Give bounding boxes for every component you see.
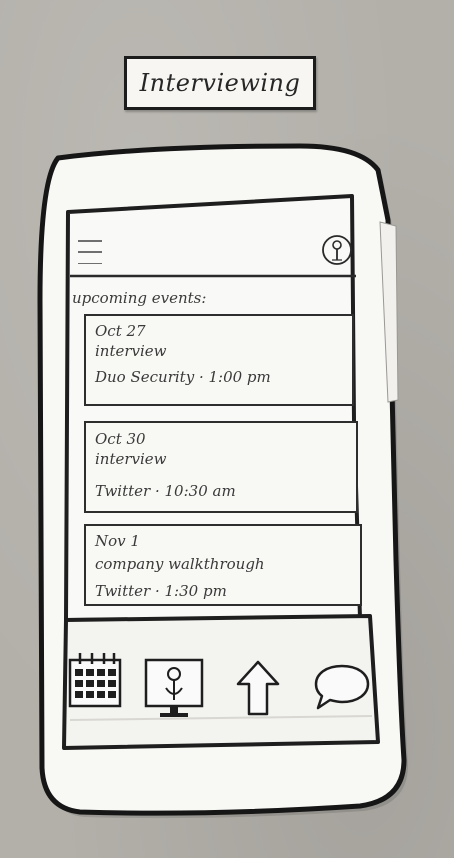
event-type: company walkthrough [95,555,265,573]
section-title: upcoming events: [72,289,207,307]
event-card[interactable]: Nov 1 company walkthrough Twitter · 1:30… [84,524,362,606]
event-detail: Twitter · 10:30 am [95,482,236,500]
upload-arrow-icon[interactable] [234,658,282,718]
event-type: interview [95,450,167,468]
event-type: interview [95,342,167,360]
event-card[interactable]: Oct 30 interview Twitter · 10:30 am [84,421,358,513]
chat-bubble-icon[interactable] [312,660,372,714]
event-date: Nov 1 [95,532,140,550]
event-detail: Twitter · 1:30 pm [95,582,227,600]
event-detail: Duo Security · 1:00 pm [95,368,271,386]
presentation-icon[interactable] [142,656,206,720]
calendar-icon[interactable] [66,650,124,710]
hamburger-menu-icon[interactable] [78,240,104,264]
profile-icon[interactable] [320,233,354,267]
event-date: Oct 30 [95,430,146,448]
event-date: Oct 27 [95,322,146,340]
event-card[interactable]: Oct 27 interview Duo Security · 1:00 pm [84,314,354,406]
